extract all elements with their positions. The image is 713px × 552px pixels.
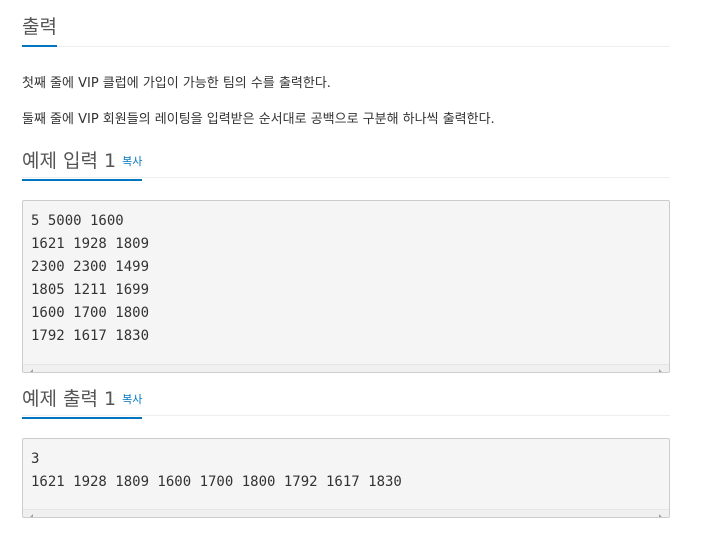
sample-output-title-wrap: 예제 출력 1 복사 <box>22 384 143 419</box>
sample-input-scrollbar[interactable] <box>23 364 669 372</box>
output-title: 출력 <box>22 12 57 47</box>
problem-body: 출력 첫째 줄에 VIP 클럽에 가입이 가능한 팀의 수를 출력한다. 둘째 … <box>22 0 670 518</box>
output-desc-line-1: 첫째 줄에 VIP 클럽에 가입이 가능한 팀의 수를 출력한다. <box>22 76 331 91</box>
sample-output-box: 3 1621 1928 1809 1600 1700 1800 1792 161… <box>22 438 670 518</box>
scroll-right-arrow-icon[interactable] <box>659 514 663 517</box>
sample-input-title: 예제 입력 1 <box>22 150 117 172</box>
sample-input-copy-button[interactable]: 복사 <box>122 155 142 168</box>
sample-output-headline: 예제 출력 1 복사 <box>22 384 670 419</box>
sample-output-title: 예제 출력 1 <box>22 388 117 410</box>
output-desc-line-2: 둘째 줄에 VIP 회원들의 레이팅을 입력받은 순서대로 공백으로 구분해 하… <box>22 112 495 127</box>
sample-input-box: 5 5000 1600 1621 1928 1809 2300 2300 149… <box>22 200 670 373</box>
sample-input-title-wrap: 예제 입력 1 복사 <box>22 146 143 181</box>
sample-output-scrollbar[interactable] <box>23 509 669 517</box>
sample-input-data[interactable]: 5 5000 1600 1621 1928 1809 2300 2300 149… <box>23 201 669 364</box>
sample-output-data[interactable]: 3 1621 1928 1809 1600 1700 1800 1792 161… <box>23 439 669 509</box>
scroll-left-arrow-icon[interactable] <box>29 514 33 517</box>
sample-input-headline: 예제 입력 1 복사 <box>22 146 670 181</box>
sample-output-copy-button[interactable]: 복사 <box>122 393 142 406</box>
scroll-left-arrow-icon[interactable] <box>29 369 33 372</box>
output-headline: 출력 <box>22 0 670 47</box>
scroll-right-arrow-icon[interactable] <box>659 369 663 372</box>
